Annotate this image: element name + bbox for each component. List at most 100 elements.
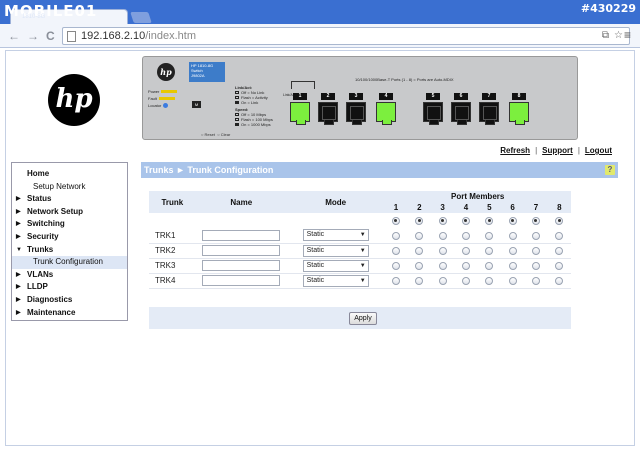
sidebar-item-diagnostics[interactable]: ▶ Diagnostics (12, 294, 127, 307)
port-member-radio[interactable] (438, 246, 447, 255)
table-row: TRK2 Static ▼ (149, 243, 571, 259)
port-member-radio[interactable] (485, 231, 494, 240)
tab-title: 1810-8G (22, 14, 46, 20)
sidebar-item-setup-network[interactable]: Setup Network (12, 181, 127, 194)
refresh-link[interactable]: Refresh (500, 146, 530, 155)
sidebar-item-home[interactable]: Home (12, 168, 127, 181)
rj45-jack-icon (509, 102, 529, 125)
menu-icon[interactable]: ≡ (624, 28, 631, 42)
sidebar-item-vlans[interactable]: ▶ VLANs (12, 269, 127, 282)
sidebar-item-lldp[interactable]: ▶ LLDP (12, 281, 127, 294)
rj45-jack-icon (318, 102, 338, 125)
trunk-mode-select[interactable]: Static ▼ (302, 244, 369, 257)
switch-port-2: 2 (318, 93, 338, 126)
switch-port-1: 1 (290, 93, 310, 126)
translate-icon[interactable]: ⧉ (602, 30, 609, 41)
support-link[interactable]: Support (542, 146, 573, 155)
port-member-radio[interactable] (391, 276, 400, 285)
port-member-radio[interactable] (531, 261, 540, 270)
switch-port-number: 3 (349, 93, 363, 100)
port-member-radio[interactable] (438, 276, 447, 285)
dropdown-caret-icon: ▼ (359, 232, 366, 239)
master-radio-port-1[interactable] (391, 216, 400, 225)
port-member-radio[interactable] (391, 231, 400, 240)
port-member-radio[interactable] (415, 276, 424, 285)
trunk-label: TRK3 (149, 258, 196, 274)
master-radio-port-6[interactable] (508, 216, 517, 225)
port-member-radio[interactable] (508, 276, 517, 285)
expand-arrow-icon: ▶ (16, 196, 21, 203)
master-radio-port-2[interactable] (415, 216, 424, 225)
expand-arrow-icon: ▶ (16, 271, 21, 278)
master-radio-port-3[interactable] (438, 216, 447, 225)
port-member-radio[interactable] (555, 261, 564, 270)
port-member-radio[interactable] (461, 276, 470, 285)
port-member-radio[interactable] (438, 261, 447, 270)
sidebar-item-maintenance[interactable]: ▶ Maintenance (12, 307, 127, 320)
trunk-mode-select[interactable]: Static ▼ (302, 274, 369, 287)
back-icon[interactable]: ← (8, 29, 20, 43)
help-icon[interactable]: ? (605, 165, 615, 175)
trunk-mode-select[interactable]: Static ▼ (302, 229, 369, 242)
port-member-radio[interactable] (531, 276, 540, 285)
sidebar-item-network-setup[interactable]: ▶ Network Setup (12, 206, 127, 219)
sidebar-item-security[interactable]: ▶ Security (12, 231, 127, 244)
new-tab-button[interactable] (130, 12, 152, 23)
table-row: TRK1 Static ▼ (149, 228, 571, 244)
port-member-radio[interactable] (415, 246, 424, 255)
port-member-radio[interactable] (391, 261, 400, 270)
trunk-name-input[interactable] (202, 229, 281, 241)
apply-button[interactable]: Apply (349, 312, 377, 325)
master-radio-port-8[interactable] (555, 216, 564, 225)
port-member-radio[interactable] (555, 246, 564, 255)
trunk-mode-select[interactable]: Static ▼ (302, 259, 369, 272)
address-bar[interactable]: 192.168.2.10/index.htm ⧉ ☆ (62, 27, 630, 45)
ports-label: 10/100/1000Base-T Ports (1 - 8) = Ports … (355, 77, 454, 82)
port-member-radio[interactable] (415, 261, 424, 270)
port-member-radio[interactable] (438, 231, 447, 240)
forward-icon[interactable]: → (27, 29, 39, 43)
trunk-config-table: Trunk Name Mode Port Members 12345678 TR… (149, 191, 571, 289)
port-member-radio[interactable] (461, 231, 470, 240)
master-radio-port-5[interactable] (485, 216, 494, 225)
sidebar-item-switching[interactable]: ▶ Switching (12, 218, 127, 231)
page-title-bar: Trunks ► Trunk Configuration ? (141, 162, 618, 178)
port-member-radio[interactable] (508, 246, 517, 255)
port-member-radio[interactable] (485, 276, 494, 285)
port-member-radio[interactable] (555, 231, 564, 240)
switch-front-panel: hp HP 1810-8G Switch J9802A Power Fault … (142, 56, 578, 140)
port-member-radio[interactable] (461, 261, 470, 270)
reload-icon[interactable]: C (46, 29, 55, 43)
trunk-name-input[interactable] (202, 245, 281, 256)
port-member-radio[interactable] (555, 276, 564, 285)
switch-port-number: 4 (379, 93, 393, 100)
master-radio-port-4[interactable] (461, 216, 470, 225)
trunk-name-input[interactable] (202, 275, 281, 286)
port-member-radio[interactable] (508, 261, 517, 270)
port-member-radio[interactable] (461, 246, 470, 255)
logout-link[interactable]: Logout (585, 146, 612, 155)
table-row: TRK4 Static ▼ (149, 273, 571, 289)
switch-port-5: 5 (423, 93, 443, 126)
switch-hp-logo: hp (157, 63, 175, 81)
col-header-port-4: 4 (454, 202, 478, 213)
sidebar-nav: Home Setup Network ▶ Status ▶ Network Setu… (11, 162, 128, 321)
sidebar-item-trunks[interactable]: ▼ Trunks (12, 244, 127, 257)
rj45-jack-icon (451, 102, 471, 125)
sidebar-item-trunk-configuration[interactable]: Trunk Configuration (12, 256, 127, 269)
port-member-radio[interactable] (531, 246, 540, 255)
port-member-radio[interactable] (415, 231, 424, 240)
bookmark-star-icon[interactable]: ☆ (614, 30, 623, 41)
expand-arrow-icon: ▶ (16, 208, 21, 215)
switch-model-badge: HP 1810-8G Switch J9802A (189, 62, 225, 82)
sidebar-item-status[interactable]: ▶ Status (12, 193, 127, 206)
reset-clear-buttons: ○ Reset ○ Clear (201, 132, 231, 137)
master-radio-port-7[interactable] (531, 216, 540, 225)
port-member-radio[interactable] (531, 231, 540, 240)
port-member-radio[interactable] (485, 246, 494, 255)
port-member-radio[interactable] (508, 231, 517, 240)
port-member-radio[interactable] (485, 261, 494, 270)
trunk-name-input[interactable] (202, 260, 281, 271)
dropdown-caret-icon: ▼ (359, 262, 366, 269)
port-member-radio[interactable] (391, 246, 400, 255)
